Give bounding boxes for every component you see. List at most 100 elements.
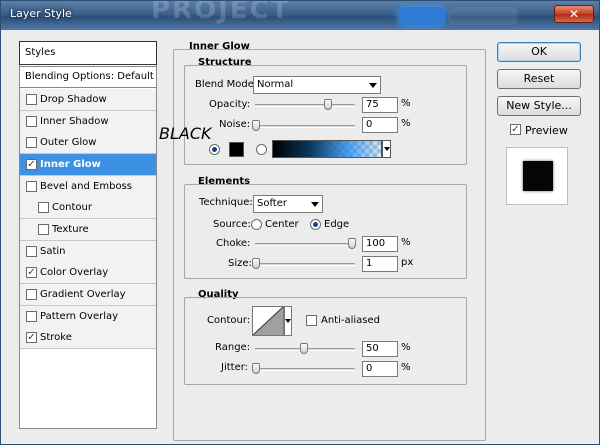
- sidebar-item-label: Color Overlay: [40, 267, 109, 278]
- preview-label: Preview: [525, 124, 568, 137]
- gradient-overlay-checkbox[interactable]: [26, 289, 37, 300]
- close-button[interactable]: ✕: [554, 5, 594, 23]
- jitter-slider[interactable]: [255, 368, 355, 371]
- preview-thumbnail: [506, 147, 568, 205]
- opacity-slider-thumb[interactable]: [324, 99, 332, 110]
- opacity-slider[interactable]: [255, 104, 355, 107]
- color-overlay-checkbox[interactable]: ✓: [26, 267, 37, 278]
- glow-color-swatch[interactable]: [229, 142, 244, 157]
- technique-select[interactable]: Softer: [253, 195, 323, 213]
- size-slider[interactable]: [255, 263, 355, 266]
- chevron-down-icon: [369, 83, 377, 88]
- background-title-text: PROJECT: [151, 1, 291, 25]
- window-title: Layer Style: [10, 7, 72, 20]
- sidebar-item-label: Outer Glow: [40, 137, 97, 148]
- size-input[interactable]: 1: [362, 256, 398, 272]
- sidebar-item-drop-shadow[interactable]: Drop Shadow: [20, 89, 156, 111]
- sidebar-item-inner-shadow[interactable]: Inner Shadow: [20, 111, 156, 133]
- styles-header-label: Styles: [25, 47, 56, 58]
- blend-mode-label: Blend Mode:: [195, 79, 258, 90]
- source-edge-radio[interactable]: [310, 219, 321, 230]
- blending-options-label: Blending Options: Default: [25, 71, 154, 82]
- sidebar-item-gradient-overlay[interactable]: Gradient Overlay: [20, 284, 156, 306]
- chevron-down-icon: [311, 202, 319, 207]
- texture-checkbox[interactable]: [38, 224, 49, 235]
- choke-unit: %: [401, 237, 411, 248]
- inner-shadow-checkbox[interactable]: [26, 116, 37, 127]
- noise-input[interactable]: 0: [362, 117, 398, 133]
- source-center-radio[interactable]: [251, 219, 262, 230]
- sidebar-item-outer-glow[interactable]: Outer Glow: [20, 132, 156, 154]
- blend-mode-select[interactable]: Normal: [253, 76, 381, 94]
- bevel-and-emboss-checkbox[interactable]: [26, 181, 37, 192]
- sidebar-item-label: Inner Glow: [40, 159, 101, 170]
- styles-list: Styles Blending Options: Default Drop Sh…: [19, 41, 157, 429]
- black-annotation: BLACK: [159, 124, 212, 143]
- gradient-dropdown-arrow[interactable]: [382, 140, 391, 158]
- sidebar-item-pattern-overlay[interactable]: Pattern Overlay: [20, 306, 156, 328]
- range-label: Range:: [215, 342, 251, 353]
- blend-mode-value: Normal: [257, 79, 294, 90]
- satin-checkbox[interactable]: [26, 246, 37, 257]
- contour-picker[interactable]: [252, 306, 284, 336]
- sidebar-item-color-overlay[interactable]: ✓ Color Overlay: [20, 262, 156, 284]
- sidebar-item-label: Gradient Overlay: [40, 289, 126, 300]
- technique-value: Softer: [257, 198, 287, 209]
- solid-color-radio[interactable]: [209, 144, 220, 155]
- sidebar-item-texture[interactable]: Texture: [20, 219, 156, 241]
- range-unit: %: [401, 342, 411, 353]
- preview-square: [523, 161, 553, 191]
- source-edge-label: Edge: [324, 219, 350, 230]
- choke-input[interactable]: 100: [362, 236, 398, 252]
- noise-label: Noise:: [219, 119, 251, 130]
- inner-glow-checkbox[interactable]: ✓: [26, 159, 37, 170]
- contour-checkbox[interactable]: [38, 202, 49, 213]
- new-style-button[interactable]: New Style...: [497, 96, 581, 116]
- pattern-overlay-checkbox[interactable]: [26, 311, 37, 322]
- technique-label: Technique:: [199, 197, 253, 208]
- contour-curve-icon: [253, 307, 283, 335]
- sidebar-item-label: Satin: [40, 246, 66, 257]
- styles-header[interactable]: Styles: [19, 41, 157, 65]
- choke-slider-thumb[interactable]: [348, 238, 356, 249]
- background-tab: [448, 7, 518, 25]
- noise-slider[interactable]: [255, 125, 355, 128]
- stroke-checkbox[interactable]: ✓: [26, 332, 37, 343]
- source-center-label: Center: [265, 219, 299, 230]
- jitter-slider-thumb[interactable]: [252, 363, 260, 374]
- opacity-unit: %: [401, 98, 411, 109]
- sidebar-item-contour[interactable]: Contour: [20, 197, 156, 219]
- sidebar-item-bevel-and-emboss[interactable]: Bevel and Emboss: [20, 176, 156, 198]
- reset-button[interactable]: Reset: [497, 69, 581, 89]
- sidebar-item-label: Stroke: [40, 332, 72, 343]
- gradient-picker[interactable]: [272, 140, 382, 158]
- anti-aliased-checkbox[interactable]: [306, 315, 317, 326]
- jitter-input[interactable]: 0: [362, 361, 398, 377]
- choke-label: Choke:: [216, 238, 251, 249]
- size-unit: px: [401, 257, 414, 268]
- sidebar-item-inner-glow[interactable]: ✓ Inner Glow: [20, 154, 156, 176]
- outer-glow-checkbox[interactable]: [26, 137, 37, 148]
- gradient-radio[interactable]: [256, 144, 267, 155]
- sidebar-item-label: Bevel and Emboss: [40, 181, 132, 192]
- anti-aliased-label: Anti-aliased: [321, 315, 381, 326]
- size-slider-thumb[interactable]: [252, 258, 260, 269]
- range-input[interactable]: 50: [362, 341, 398, 357]
- layer-style-dialog: PROJECT Layer Style ✕ Styles Blending Op…: [0, 0, 600, 445]
- noise-slider-thumb[interactable]: [252, 120, 260, 131]
- sidebar-item-label: Contour: [52, 202, 92, 213]
- sidebar-item-label: Inner Shadow: [40, 116, 109, 127]
- sidebar-item-satin[interactable]: Satin: [20, 241, 156, 263]
- opacity-input[interactable]: 75: [362, 97, 398, 113]
- blending-options-item[interactable]: Blending Options: Default: [19, 66, 157, 88]
- choke-slider[interactable]: [255, 243, 355, 246]
- sidebar-item-label: Pattern Overlay: [40, 311, 119, 322]
- jitter-label: Jitter:: [221, 362, 249, 373]
- ok-button[interactable]: OK: [497, 42, 581, 62]
- contour-dropdown-arrow[interactable]: [284, 306, 292, 336]
- preview-checkbox[interactable]: ✓: [510, 124, 521, 135]
- range-slider-thumb[interactable]: [300, 343, 308, 354]
- size-label: Size:: [228, 258, 252, 269]
- drop-shadow-checkbox[interactable]: [26, 94, 37, 105]
- sidebar-item-stroke[interactable]: ✓ Stroke: [20, 327, 156, 349]
